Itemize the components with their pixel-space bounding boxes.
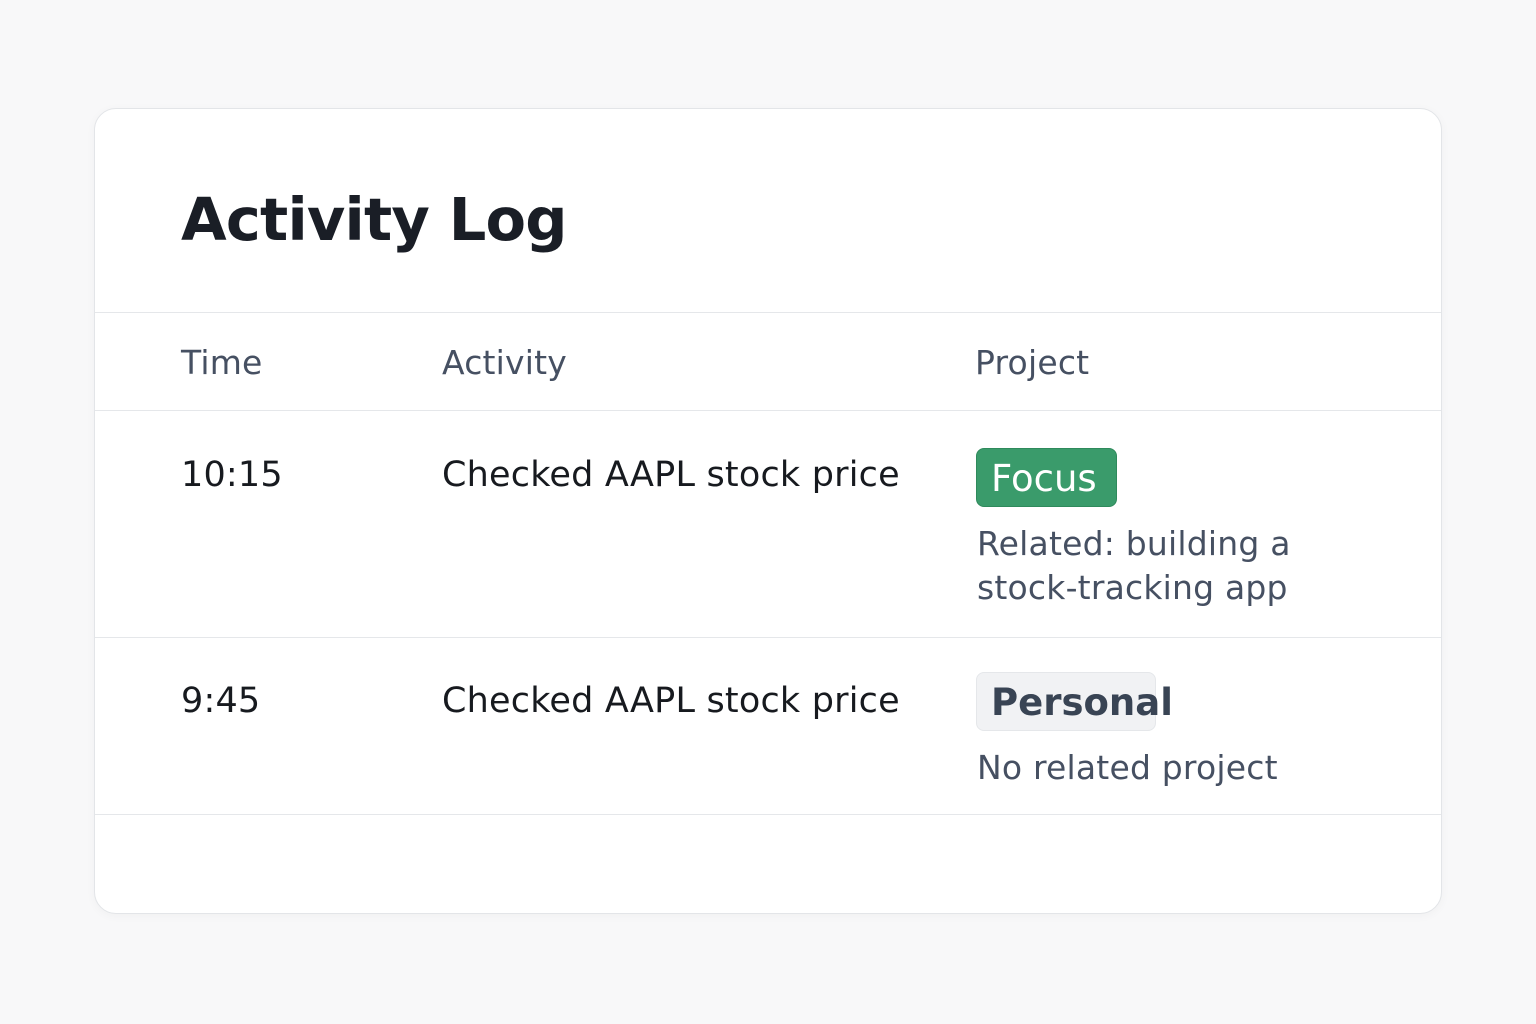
project-tag-personal: Personal <box>976 672 1173 731</box>
table-bottom-divider <box>95 814 1441 815</box>
project-note-line: Related: building a <box>977 524 1291 563</box>
header-divider <box>95 312 1441 313</box>
table-head-divider <box>95 410 1441 411</box>
time-cell: 10:15 <box>181 455 283 495</box>
row-divider <box>95 637 1441 638</box>
activity-cell: Checked AAPL stock price <box>442 681 900 721</box>
activity-log-card: Activity Log Time Activity Project 10:15… <box>94 108 1442 914</box>
time-cell: 9:45 <box>181 681 261 721</box>
column-header-activity: Activity <box>442 343 568 382</box>
column-header-time: Time <box>181 343 263 382</box>
project-note-line: stock-tracking app <box>977 568 1288 607</box>
project-note-line: No related project <box>977 748 1278 787</box>
page-title: Activity Log <box>181 185 568 254</box>
column-header-project: Project <box>975 343 1090 382</box>
project-tag-focus: Focus <box>976 448 1117 507</box>
activity-cell: Checked AAPL stock price <box>442 455 900 495</box>
